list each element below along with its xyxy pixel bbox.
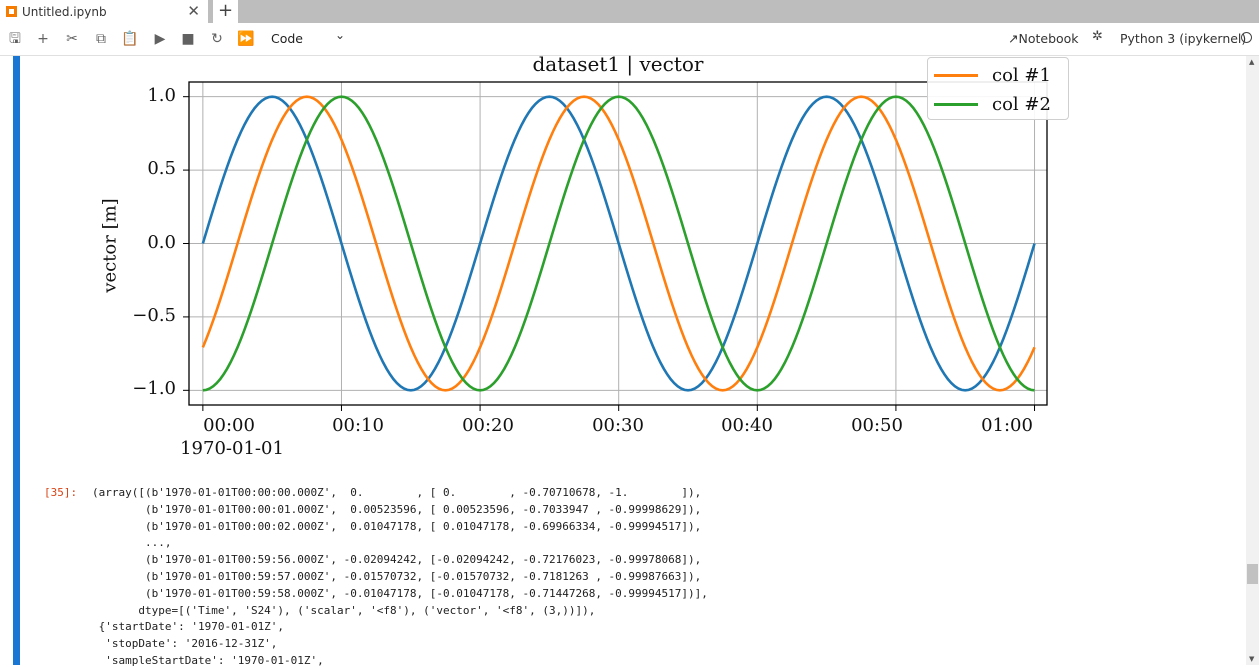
output-line: (b'1970-01-01T00:59:56.000Z', -0.0209424… <box>92 553 702 567</box>
output-line: 'stopDate': '2016-12-31Z', <box>92 637 278 651</box>
cell-collapser[interactable] <box>13 56 20 665</box>
y-tick-label: 0.5 <box>147 158 176 179</box>
external-link-icon: ↗ <box>1008 31 1019 46</box>
output-prompt: [35]: <box>44 486 78 499</box>
save-icon[interactable]: 🖫 <box>6 30 24 48</box>
open-notebook-label: Notebook <box>1018 31 1079 46</box>
legend-swatch <box>934 102 978 106</box>
output-line: (b'1970-01-01T00:59:58.000Z', -0.0104717… <box>92 586 708 600</box>
x-tick-label: 00:40 <box>721 415 773 436</box>
scroll-down-icon[interactable]: ▼ <box>1249 655 1254 663</box>
stop-icon[interactable]: ■ <box>179 30 197 48</box>
y-tick-label: −1.0 <box>132 378 176 399</box>
close-icon[interactable]: ✕ <box>187 2 200 20</box>
bug-icon[interactable]: ✲ <box>1092 29 1103 44</box>
fast-forward-icon[interactable]: ⏩ <box>237 30 255 48</box>
chart-title: dataset1 | vector <box>532 52 704 76</box>
x-tick-label: 01:00 <box>981 415 1033 436</box>
chevron-down-icon[interactable]: ⌄ <box>335 28 345 42</box>
output-line: (array([(b'1970-01-01T00:00:00.000Z', 0.… <box>92 486 702 499</box>
tab-label: Untitled.ipynb <box>22 4 107 19</box>
output-line: (b'1970-01-01T00:00:02.000Z', 0.01047178… <box>92 519 702 533</box>
output-line: (b'1970-01-01T00:00:01.000Z', 0.00523596… <box>92 502 702 516</box>
kernel-status-icon <box>1241 32 1252 43</box>
y-tick-label: −0.5 <box>132 305 176 326</box>
series-line-2 <box>202 95 1035 392</box>
output-line: dtype=[('Time', 'S24'), ('scalar', '<f8'… <box>92 603 596 617</box>
x-tick-label: 00:00 <box>203 415 255 436</box>
x-tick-label: 00:20 <box>462 415 514 436</box>
series-line-0 <box>201 95 1036 392</box>
legend-item: col #1 <box>934 63 1051 87</box>
paste-icon[interactable]: 📋 <box>121 30 139 48</box>
add-tab-button[interactable]: + <box>213 0 238 23</box>
x-date-label: 1970-01-01 <box>180 438 284 459</box>
series-line-1 <box>201 95 1036 392</box>
x-tick-label: 00:10 <box>332 415 384 436</box>
y-tick-label: 0.0 <box>147 232 176 253</box>
restart-icon[interactable]: ↻ <box>208 30 226 48</box>
x-tick-label: 00:50 <box>851 415 903 436</box>
legend-label: col #1 <box>992 64 1051 86</box>
open-notebook-link[interactable]: ↗Notebook <box>1008 31 1079 46</box>
output-line: (b'1970-01-01T00:59:57.000Z', -0.0157073… <box>92 570 702 583</box>
y-tick-label: 1.0 <box>147 85 176 106</box>
x-tick-label: 00:30 <box>592 415 644 436</box>
cell-type-select[interactable]: Code <box>271 31 303 46</box>
run-icon[interactable]: ▶ <box>151 30 169 48</box>
copy-icon[interactable]: ⧉ <box>92 30 110 48</box>
cut-icon[interactable]: ✂ <box>63 30 81 48</box>
notebook-icon <box>6 6 17 17</box>
scrollbar-thumb[interactable] <box>1247 564 1258 584</box>
scroll-up-icon[interactable]: ▲ <box>1249 58 1254 66</box>
tab-bar: Untitled.ipynb ✕ + <box>0 0 1259 23</box>
output-line: 'sampleStartDate': '1970-01-01Z', <box>92 654 324 667</box>
output-line: ..., <box>92 536 172 550</box>
legend-item: col #2 <box>934 92 1051 116</box>
output-line: {'startDate': '1970-01-01Z', <box>92 620 285 634</box>
tab-untitled-ipynb[interactable]: Untitled.ipynb ✕ <box>0 0 209 23</box>
add-cell-icon[interactable]: + <box>34 30 52 48</box>
plot-frame <box>188 81 1048 406</box>
kernel-name[interactable]: Python 3 (ipykernel) <box>1120 31 1246 46</box>
legend-label: col #2 <box>992 93 1051 115</box>
chart-legend: col #1 col #2 <box>927 57 1069 120</box>
legend-swatch <box>934 73 978 77</box>
